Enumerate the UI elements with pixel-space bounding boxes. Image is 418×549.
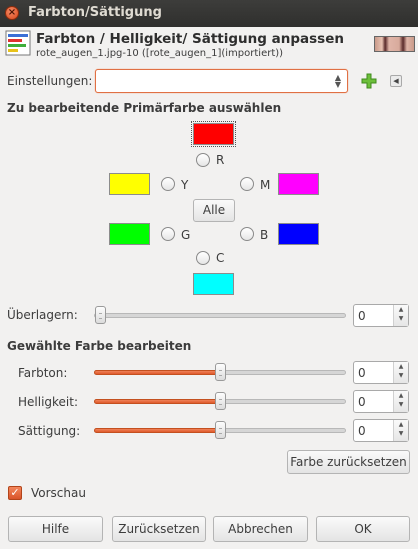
radio-red[interactable] (196, 153, 210, 167)
saturation-spinbox[interactable]: 0 ▲ ▼ (353, 419, 409, 442)
hue-value: 0 (358, 366, 366, 380)
slider-trough (94, 313, 346, 318)
swatch-magenta[interactable] (278, 173, 319, 195)
spin-arrows-icon[interactable]: ▲ ▼ (393, 391, 408, 412)
reset-color-button[interactable]: Farbe zurücksetzen (287, 450, 410, 474)
dialog-header: Farbton / Helligkeit/ Sättigung anpassen… (0, 27, 418, 65)
radio-yellow-label: Y (181, 178, 189, 192)
add-preset-icon[interactable] (361, 73, 377, 89)
saturation-label: Sättigung: (18, 424, 81, 438)
dialog-title: Farbton / Helligkeit/ Sättigung anpassen (36, 31, 344, 47)
radio-yellow[interactable] (161, 177, 175, 191)
window-title: Farbton/Sättigung (28, 5, 162, 20)
edit-heading: Gewählte Farbe bearbeiten (7, 339, 192, 353)
help-button[interactable]: Hilfe (8, 516, 103, 542)
preview-checkbox[interactable]: ✓ (8, 486, 22, 500)
slider-handle[interactable] (215, 421, 226, 439)
overlap-value: 0 (358, 309, 366, 323)
spin-arrows-icon[interactable]: ▲ ▼ (393, 420, 408, 441)
swatch-red[interactable] (191, 121, 236, 147)
lightness-slider[interactable] (94, 389, 346, 413)
radio-green[interactable] (161, 227, 175, 241)
radio-blue[interactable] (240, 227, 254, 241)
radio-cyan-label: C (216, 251, 225, 265)
overlap-slider[interactable] (94, 303, 346, 327)
image-subtitle: rote_augen_1.jpg-10 ([rote_augen_1](impo… (36, 48, 284, 59)
slider-handle[interactable] (215, 392, 226, 410)
swatch-green[interactable] (109, 223, 150, 245)
hue-slider[interactable] (94, 360, 346, 384)
slider-handle[interactable] (215, 363, 226, 381)
hue-saturation-icon (5, 30, 31, 56)
cancel-button[interactable]: Abbrechen (213, 516, 308, 542)
primary-heading: Zu bearbeitende Primärfarbe auswählen (7, 101, 282, 115)
settings-combo[interactable]: ▲ ▼ (95, 69, 348, 93)
preset-menu-icon[interactable]: ◀ (390, 75, 402, 87)
combo-arrows-icon: ▲ ▼ (334, 73, 341, 89)
eyes-thumbnail (374, 36, 415, 52)
preview-label: Vorschau (31, 486, 86, 500)
overlap-label: Überlagern: (7, 308, 78, 322)
swatch-yellow[interactable] (109, 173, 150, 195)
radio-magenta-label: M (260, 178, 271, 192)
spin-arrows-icon[interactable]: ▲ ▼ (393, 305, 408, 326)
slider-fill (94, 370, 220, 375)
all-button[interactable]: Alle (193, 199, 235, 222)
radio-red-label: R (216, 153, 225, 167)
hue-spinbox[interactable]: 0 ▲ ▼ (353, 361, 409, 384)
saturation-value: 0 (358, 424, 366, 438)
radio-blue-label: B (260, 228, 269, 242)
swatch-cyan[interactable] (193, 273, 234, 295)
overlap-spinbox[interactable]: 0 ▲ ▼ (353, 304, 409, 327)
hue-label: Farbton: (18, 366, 68, 380)
swatch-blue[interactable] (278, 223, 319, 245)
radio-magenta[interactable] (240, 177, 254, 191)
saturation-slider[interactable] (94, 418, 346, 442)
slider-handle[interactable] (95, 306, 106, 324)
lightness-value: 0 (358, 395, 366, 409)
settings-label: Einstellungen: (7, 74, 93, 88)
radio-green-label: G (181, 228, 191, 242)
lightness-label: Helligkeit: (18, 395, 79, 409)
ok-button[interactable]: OK (316, 516, 410, 542)
radio-cyan[interactable] (196, 251, 210, 265)
spin-arrows-icon[interactable]: ▲ ▼ (393, 362, 408, 383)
slider-fill (94, 428, 220, 433)
close-icon[interactable]: × (5, 6, 19, 20)
lightness-spinbox[interactable]: 0 ▲ ▼ (353, 390, 409, 413)
slider-fill (94, 399, 220, 404)
window-titlebar: × Farbton/Sättigung (0, 0, 418, 27)
reset-button[interactable]: Zurücksetzen (112, 516, 206, 542)
